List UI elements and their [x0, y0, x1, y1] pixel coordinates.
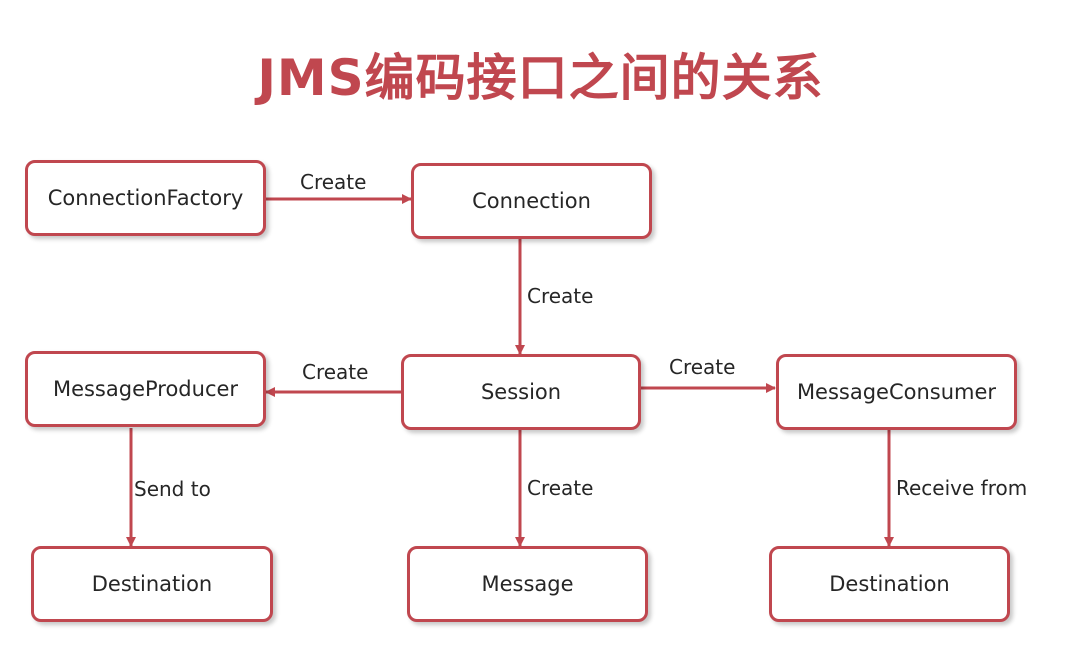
edge-label-connection-to-session: Create [527, 284, 594, 308]
node-connection-factory: ConnectionFactory [25, 160, 266, 236]
node-message-producer: MessageProducer [25, 351, 266, 427]
edge-label-consumer-to-destination: Receive from [896, 476, 1028, 500]
node-connection: Connection [411, 163, 652, 239]
node-destination-receive: Destination [769, 546, 1010, 622]
node-session: Session [401, 354, 641, 430]
edge-label-session-to-consumer: Create [669, 355, 736, 379]
node-message: Message [407, 546, 648, 622]
edge-label-session-to-producer: Create [302, 360, 369, 384]
node-destination-send: Destination [31, 546, 273, 622]
node-message-consumer: MessageConsumer [776, 354, 1017, 430]
edge-label-producer-to-destination: Send to [134, 477, 211, 501]
edge-label-session-to-message: Create [527, 476, 594, 500]
edge-label-factory-to-connection: Create [300, 170, 367, 194]
